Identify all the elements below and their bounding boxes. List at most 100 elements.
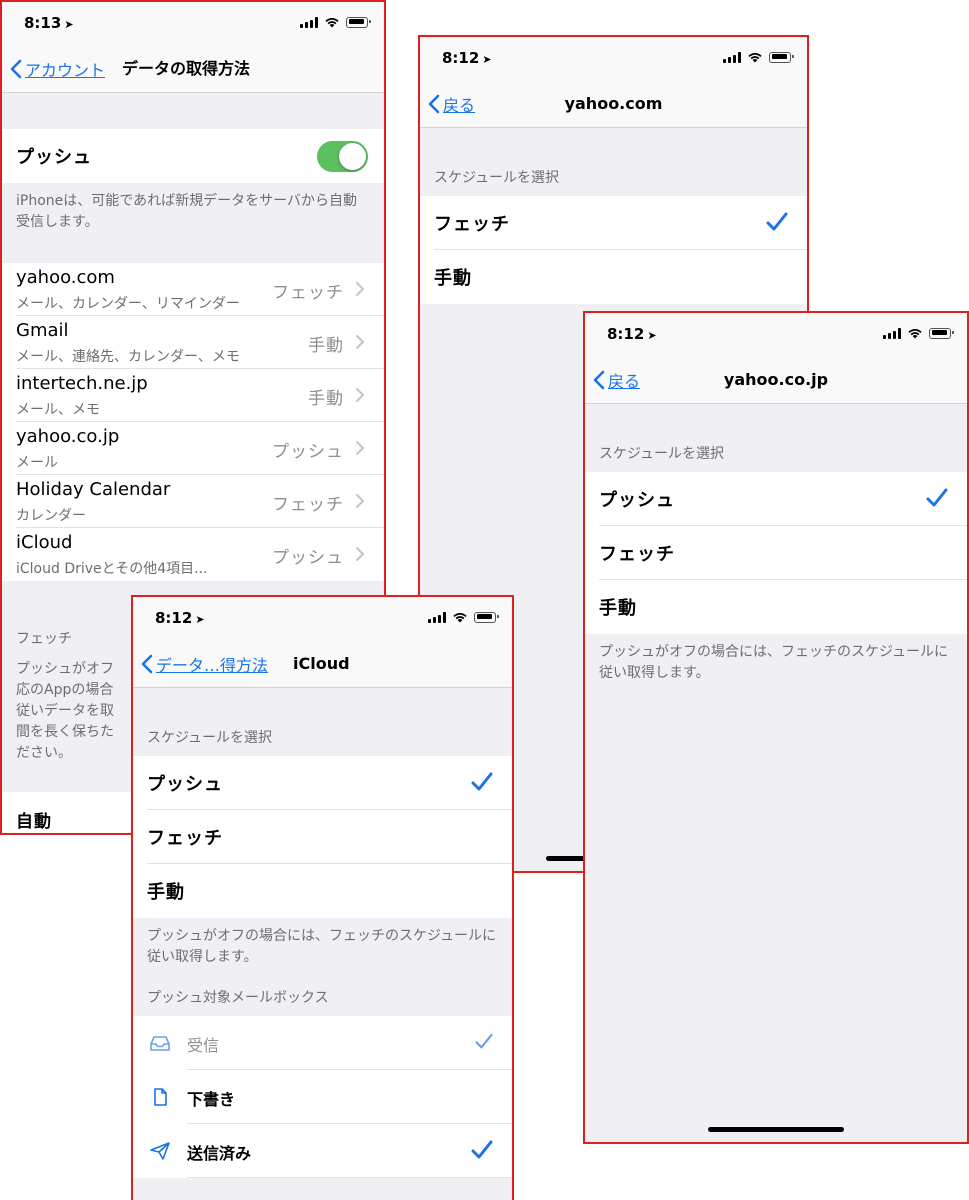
- mailbox-row-sent[interactable]: 送信済み: [133, 1124, 512, 1178]
- chevron-right-icon: [356, 388, 364, 402]
- mailbox-row-drafts[interactable]: 下書き: [133, 1070, 512, 1124]
- option-fetch[interactable]: フェッチ: [133, 810, 512, 864]
- back-label: アカウント: [25, 61, 106, 80]
- push-toggle[interactable]: [317, 141, 368, 172]
- account-name: yahoo.com: [16, 267, 115, 288]
- cellular-signal-icon: [883, 327, 901, 339]
- status-bar: 8:13 ➤: [2, 2, 384, 46]
- account-name: yahoo.co.jp: [16, 426, 120, 447]
- screen-yahoo-co-jp: 8:12 ➤ 戻る yahoo.co.jp スケジュールを選択 プッシュ フェッチ…: [583, 311, 969, 1144]
- home-indicator: [708, 1127, 844, 1132]
- account-fetch-mode: フェッチ: [272, 495, 344, 515]
- option-push[interactable]: プッシュ: [133, 756, 512, 810]
- back-button[interactable]: データ…得方法: [141, 641, 268, 687]
- wifi-icon: [748, 53, 762, 63]
- mailbox-label: 送信済み: [187, 1144, 252, 1163]
- location-arrow-icon: ➤: [647, 329, 657, 342]
- option-manual[interactable]: 手動: [420, 250, 807, 304]
- option-manual[interactable]: 手動: [585, 580, 967, 634]
- account-fetch-mode: 手動: [308, 336, 344, 356]
- mailbox-label: 下書き: [187, 1090, 236, 1109]
- chevron-left-icon: [10, 59, 22, 79]
- back-label: データ…得方法: [156, 656, 269, 675]
- checkmark-icon: [475, 1033, 493, 1049]
- account-services: メール、連絡先、カレンダー、メモ: [16, 349, 240, 365]
- schedule-section-header: スケジュールを選択: [434, 170, 560, 186]
- battery-icon: [346, 16, 371, 28]
- status-bar: 8:12 ➤: [585, 313, 967, 357]
- cellular-signal-icon: [723, 51, 741, 63]
- account-row-gmail[interactable]: Gmail メール、連絡先、カレンダー、メモ 手動: [2, 316, 384, 369]
- chevron-right-icon: [356, 494, 364, 508]
- status-bar: 8:12 ➤: [133, 597, 512, 641]
- status-time: 8:12: [442, 49, 480, 67]
- wifi-icon: [908, 329, 922, 339]
- mailbox-section-header: プッシュ対象メールボックス: [147, 990, 329, 1006]
- option-label: プッシュ: [599, 490, 675, 511]
- navigation-bar: アカウント データの取得方法: [2, 46, 384, 93]
- account-fetch-mode: フェッチ: [272, 283, 344, 303]
- screen-icloud: 8:12 ➤ データ…得方法 iCloud スケジュールを選択 プッシュ フェッチ…: [131, 595, 514, 1200]
- status-time: 8:12: [607, 325, 645, 343]
- checkmark-icon: [471, 772, 493, 791]
- account-fetch-mode: プッシュ: [272, 442, 344, 462]
- status-bar: 8:12 ➤: [420, 37, 807, 81]
- option-manual[interactable]: 手動: [133, 864, 512, 918]
- push-note: iPhoneは、可能であれば新規データをサーバから自動受信します。: [16, 193, 357, 230]
- option-label: 手動: [599, 598, 637, 619]
- account-list: yahoo.com メール、カレンダー、リマインダー フェッチ Gmail メー…: [2, 263, 384, 581]
- page-title: yahoo.co.jp: [723, 370, 829, 389]
- checkmark-icon: [766, 212, 788, 231]
- mailbox-row-inbox[interactable]: 受信: [133, 1016, 512, 1070]
- paper-plane-icon: [150, 1142, 170, 1160]
- checkmark-icon: [471, 1140, 493, 1159]
- option-label: フェッチ: [434, 214, 510, 235]
- push-label: プッシュ: [16, 147, 92, 168]
- navigation-bar: 戻る yahoo.co.jp: [585, 357, 967, 404]
- schedule-note: プッシュがオフの場合には、フェッチのスケジュールに従い取得します。: [599, 644, 949, 681]
- option-fetch[interactable]: フェッチ: [420, 196, 807, 250]
- location-arrow-icon: ➤: [482, 53, 492, 66]
- schedule-section-header: スケジュールを選択: [599, 446, 725, 462]
- option-label: フェッチ: [599, 544, 675, 565]
- wifi-icon: [453, 613, 467, 623]
- navigation-bar: データ…得方法 iCloud: [133, 641, 512, 688]
- schedule-section-header: スケジュールを選択: [147, 730, 273, 746]
- account-row-yahoo-co-jp[interactable]: yahoo.co.jp メール プッシュ: [2, 422, 384, 475]
- account-services: メール: [16, 455, 58, 471]
- document-icon: [154, 1088, 167, 1106]
- account-name: iCloud: [16, 532, 73, 553]
- push-row: プッシュ: [2, 129, 384, 183]
- account-services: メール、カレンダー、リマインダー: [16, 296, 240, 312]
- option-label: 手動: [434, 268, 472, 289]
- status-time: 8:12: [155, 609, 193, 627]
- chevron-left-icon: [141, 654, 153, 674]
- option-push[interactable]: プッシュ: [585, 472, 967, 526]
- option-label: フェッチ: [147, 828, 223, 849]
- option-fetch[interactable]: フェッチ: [585, 526, 967, 580]
- option-label: 手動: [147, 882, 185, 903]
- chevron-right-icon: [356, 547, 364, 561]
- fetch-auto-label: 自動: [16, 811, 52, 832]
- account-row-intertech[interactable]: intertech.ne.jp メール、メモ 手動: [2, 369, 384, 422]
- account-name: Gmail: [16, 320, 69, 341]
- page-title: yahoo.com: [564, 94, 663, 113]
- account-row-holiday-calendar[interactable]: Holiday Calendar カレンダー フェッチ: [2, 475, 384, 528]
- account-row-icloud[interactable]: iCloud iCloud Driveとその他4項目... プッシュ: [2, 528, 384, 581]
- page-title: データの取得方法: [122, 59, 251, 78]
- chevron-right-icon: [356, 335, 364, 349]
- account-name: intertech.ne.jp: [16, 373, 148, 394]
- account-services: メール、メモ: [16, 402, 100, 418]
- battery-icon: [929, 327, 954, 339]
- chevron-right-icon: [356, 282, 364, 296]
- page-title: iCloud: [293, 654, 350, 673]
- mailbox-label: 受信: [187, 1036, 220, 1055]
- battery-icon: [769, 51, 794, 63]
- back-button[interactable]: アカウント: [10, 46, 105, 92]
- checkmark-icon: [926, 488, 948, 507]
- schedule-note: プッシュがオフの場合には、フェッチのスケジュールに従い取得します。: [147, 928, 497, 965]
- chevron-right-icon: [356, 441, 364, 455]
- account-row-yahoo-com[interactable]: yahoo.com メール、カレンダー、リマインダー フェッチ: [2, 263, 384, 316]
- status-time: 8:13: [24, 14, 62, 32]
- location-arrow-icon: ➤: [64, 18, 74, 31]
